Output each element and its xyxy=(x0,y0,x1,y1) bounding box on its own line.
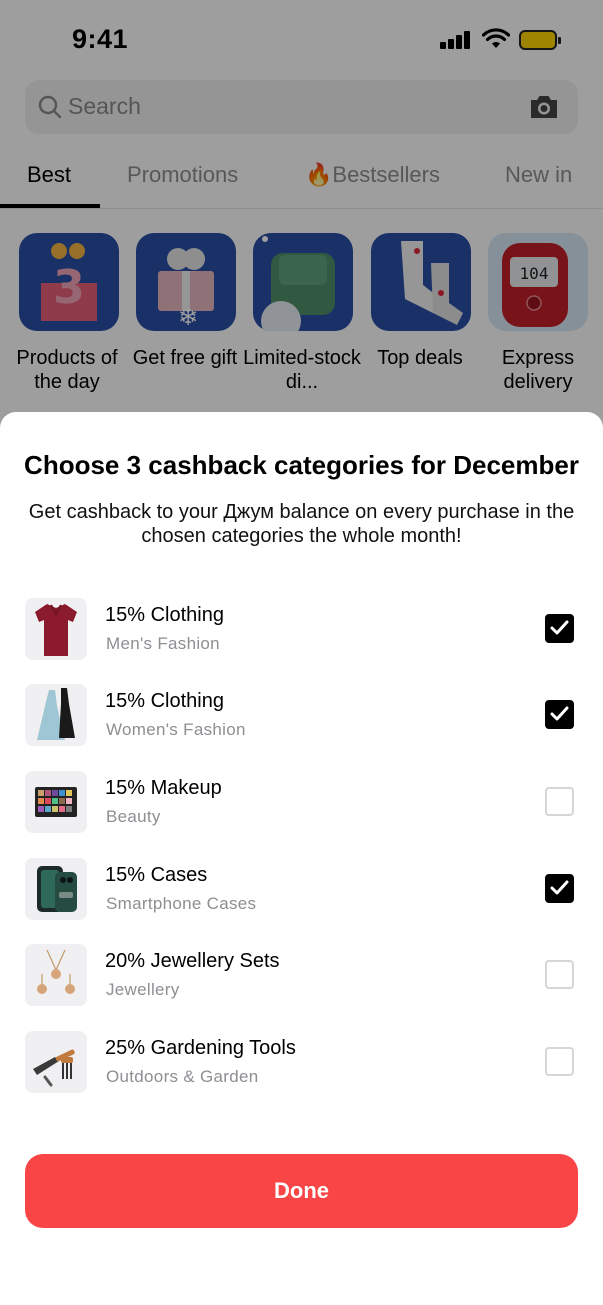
category-title: 15% Clothing xyxy=(105,690,224,712)
polo-shirt-icon xyxy=(25,598,87,660)
category-checkbox[interactable] xyxy=(545,787,574,816)
category-row[interactable]: 25% Gardening Tools Outdoors & Garden xyxy=(0,1031,603,1103)
category-checkbox[interactable] xyxy=(545,700,574,729)
done-button[interactable]: Done xyxy=(25,1154,578,1228)
category-title: 15% Cases xyxy=(105,864,208,886)
category-row[interactable]: 20% Jewellery Sets Jewellery xyxy=(0,944,603,1016)
jewellery-set-icon xyxy=(25,944,87,1006)
category-title: 15% Clothing xyxy=(105,604,224,626)
category-subtitle: Women's Fashion xyxy=(106,720,246,739)
category-subtitle: Jewellery xyxy=(106,980,180,999)
dresses-icon xyxy=(25,684,87,746)
category-row[interactable]: 15% Clothing Men's Fashion xyxy=(0,598,603,670)
eyeshadow-palette-icon xyxy=(25,771,87,833)
category-checkbox[interactable] xyxy=(545,614,574,643)
category-checkbox[interactable] xyxy=(545,960,574,989)
category-title: 15% Makeup xyxy=(105,777,222,799)
category-subtitle: Outdoors & Garden xyxy=(106,1067,259,1086)
category-subtitle: Smartphone Cases xyxy=(106,894,257,913)
phone-case-icon xyxy=(25,858,87,920)
category-subtitle: Men's Fashion xyxy=(106,634,220,653)
category-title: 20% Jewellery Sets xyxy=(105,950,280,972)
garden-tools-icon xyxy=(25,1031,87,1093)
category-checkbox[interactable] xyxy=(545,1047,574,1076)
category-subtitle: Beauty xyxy=(106,807,161,826)
category-row[interactable]: 15% Makeup Beauty xyxy=(0,771,603,843)
category-row[interactable]: 15% Cases Smartphone Cases xyxy=(0,858,603,930)
category-row[interactable]: 15% Clothing Women's Fashion xyxy=(0,684,603,756)
sheet-subtitle: Get cashback to your Джум balance on eve… xyxy=(28,501,575,547)
category-title: 25% Gardening Tools xyxy=(105,1037,296,1059)
category-checkbox[interactable] xyxy=(545,874,574,903)
sheet-title: Choose 3 cashback categories for Decembe… xyxy=(24,450,579,480)
cashback-sheet: Choose 3 cashback categories for Decembe… xyxy=(0,412,603,1305)
